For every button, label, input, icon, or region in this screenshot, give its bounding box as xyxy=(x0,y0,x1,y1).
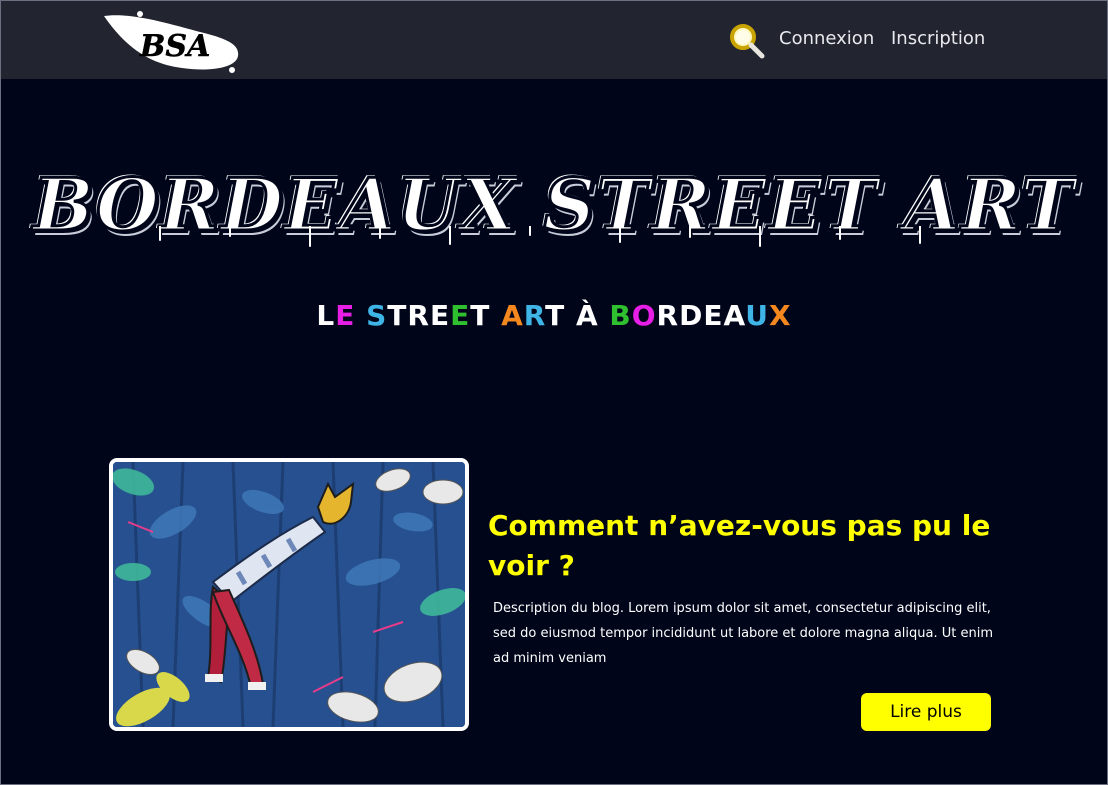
subtitle-letter: B xyxy=(609,299,632,332)
subtitle-letter: A xyxy=(501,299,524,332)
hero-subtitle: LE STREET ART À BORDEAUX xyxy=(0,299,1108,332)
subtitle-letter xyxy=(490,299,501,332)
bsa-logo[interactable]: BSA xyxy=(100,6,244,74)
subtitle-letter: T xyxy=(545,299,566,332)
paint-drips xyxy=(159,226,921,247)
post-description: Description du blog. Lorem ipsum dolor s… xyxy=(493,601,994,666)
subtitle-letter: E xyxy=(335,299,356,332)
subtitle-letter: X xyxy=(769,299,792,332)
post-title: Comment n’avez-vous pas pu le voir ? xyxy=(488,509,991,582)
subtitle-letter xyxy=(599,299,610,332)
subtitle-letter xyxy=(565,299,576,332)
subtitle-letter: T xyxy=(387,299,408,332)
subtitle-letter: A xyxy=(723,299,746,332)
subtitle-letter: R xyxy=(523,299,546,332)
search-icon[interactable] xyxy=(728,22,766,60)
login-link[interactable]: Connexion xyxy=(779,28,874,49)
post-image[interactable] xyxy=(109,458,469,731)
subtitle-letter: E xyxy=(450,299,471,332)
subtitle-letter: S xyxy=(366,299,388,332)
signup-link[interactable]: Inscription xyxy=(891,28,985,49)
subtitle-letter: E xyxy=(429,299,451,332)
navbar: BSA Connexion Inscription xyxy=(0,0,1108,79)
subtitle-letter: R xyxy=(656,299,680,332)
read-more-button[interactable]: Lire plus xyxy=(861,693,991,731)
subtitle-letter: L xyxy=(316,299,336,332)
logo-text: BSA xyxy=(139,29,210,64)
subtitle-letter: U xyxy=(745,299,770,332)
subtitle-letter: T xyxy=(470,299,491,332)
subtitle-letter: E xyxy=(703,299,724,332)
subtitle-letter xyxy=(355,299,366,332)
subtitle-letter: O xyxy=(631,299,657,332)
subtitle-letter: D xyxy=(679,299,704,332)
subtitle-letter: À xyxy=(575,299,599,332)
subtitle-letter: R xyxy=(407,299,430,332)
